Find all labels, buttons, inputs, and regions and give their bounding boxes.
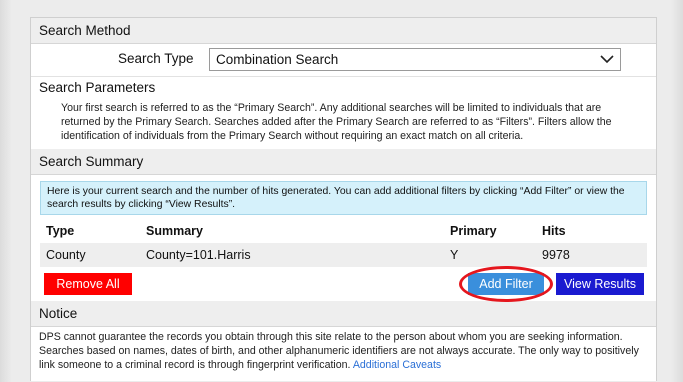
cell-summary: County=101.Harris: [140, 243, 444, 267]
search-parameters-text: Your first search is referred to as the …: [61, 102, 612, 142]
column-header-type: Type: [46, 224, 75, 238]
action-buttons-row: Remove All Add Filter View Results: [31, 266, 656, 302]
search-summary-header: Search Summary: [31, 149, 656, 175]
cell-type: County: [40, 243, 140, 267]
search-panel: Search Method Search Type Combination Se…: [30, 17, 657, 381]
view-results-button[interactable]: View Results: [556, 273, 644, 295]
search-type-select[interactable]: Combination Search: [209, 48, 621, 71]
table-header-row: Type Summary Primary Hits: [40, 219, 647, 243]
column-header-hits: Hits: [542, 224, 566, 238]
search-summary-info: Here is your current search and the numb…: [40, 181, 647, 215]
search-parameters-header: Search Parameters: [39, 80, 156, 95]
remove-all-button[interactable]: Remove All: [44, 273, 132, 295]
search-method-header: Search Method: [31, 18, 656, 44]
add-filter-button[interactable]: Add Filter: [468, 273, 544, 295]
column-header-summary: Summary: [146, 224, 203, 238]
chevron-down-icon: [600, 55, 614, 64]
search-type-label: Search Type: [118, 51, 194, 66]
notice-header: Notice: [31, 301, 656, 327]
search-type-value: Combination Search: [216, 52, 339, 67]
results-table: Type Summary Primary Hits County County=…: [40, 219, 647, 267]
search-type-row: Search Type Combination Search: [31, 44, 656, 77]
cell-hits: 9978: [536, 243, 647, 267]
table-row: County County=101.Harris Y 9978: [40, 243, 647, 267]
notice-text: DPS cannot guarantee the records you obt…: [39, 331, 639, 371]
additional-caveats-link[interactable]: Additional Caveats: [353, 359, 441, 371]
cell-primary: Y: [444, 243, 536, 267]
notice-text-block: DPS cannot guarantee the records you obt…: [31, 327, 656, 375]
column-header-primary: Primary: [450, 224, 497, 238]
